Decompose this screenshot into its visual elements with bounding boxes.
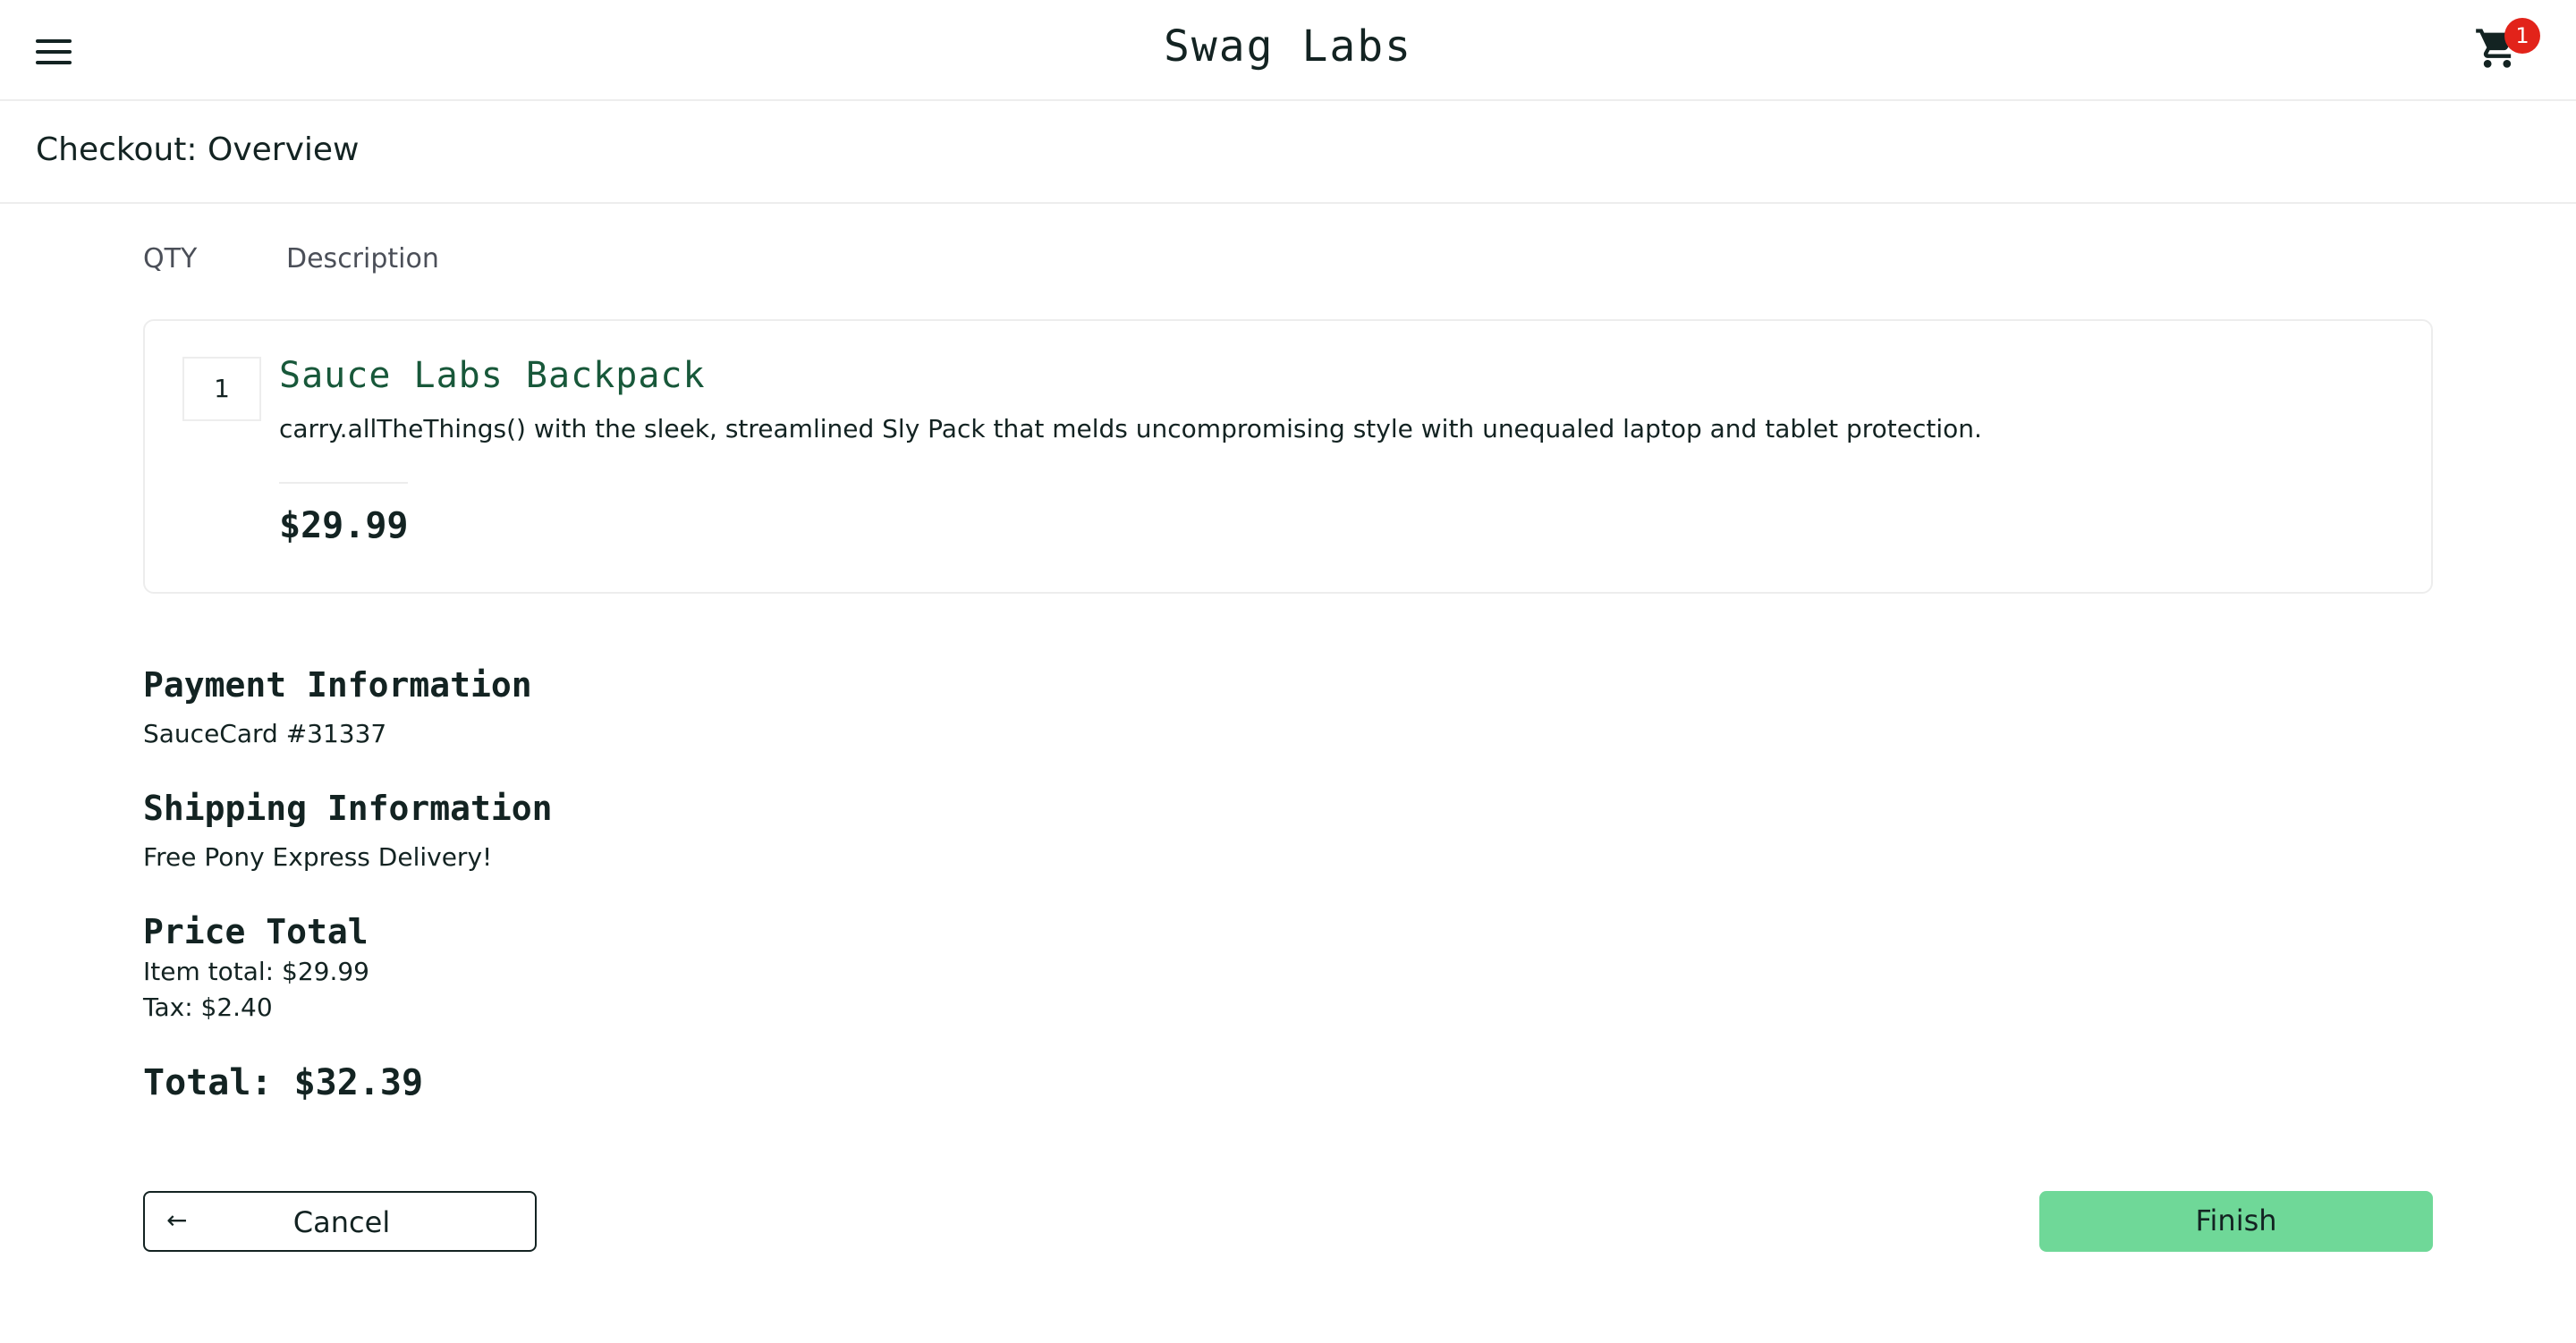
description-column-label: Description — [286, 243, 439, 275]
cart-badge: 1 — [2504, 18, 2540, 54]
qty-column-label: QTY — [143, 243, 198, 275]
item-divider — [279, 482, 408, 484]
cart-item: 1 Sauce Labs Backpack carry.allTheThings… — [143, 319, 2433, 594]
order-total: Total: $32.39 — [143, 1062, 424, 1103]
cancel-button[interactable]: ← Cancel — [143, 1191, 537, 1252]
price-total-label: Price Total — [143, 912, 369, 951]
payment-info-value: SauceCard #31337 — [143, 719, 387, 748]
shipping-info-label: Shipping Information — [143, 789, 553, 828]
payment-info-label: Payment Information — [143, 665, 532, 705]
item-price: $29.99 — [279, 505, 409, 546]
app-title: Swag Labs — [1163, 21, 1413, 72]
primary-header: Swag Labs 1 — [0, 0, 2576, 101]
shipping-info-value: Free Pony Express Delivery! — [143, 842, 493, 872]
cancel-button-label: Cancel — [292, 1205, 391, 1239]
secondary-header: Checkout: Overview — [0, 101, 2576, 204]
page-title: Checkout: Overview — [36, 131, 360, 168]
item-subtotal: Item total: $29.99 — [143, 957, 369, 986]
item-description: carry.allTheThings() with the sleek, str… — [279, 414, 1982, 443]
finish-button-label: Finish — [2195, 1204, 2277, 1237]
finish-button[interactable]: Finish — [2039, 1191, 2433, 1252]
item-quantity: 1 — [182, 357, 261, 421]
item-name-link[interactable]: Sauce Labs Backpack — [279, 355, 706, 396]
tax-amount: Tax: $2.40 — [143, 992, 273, 1022]
